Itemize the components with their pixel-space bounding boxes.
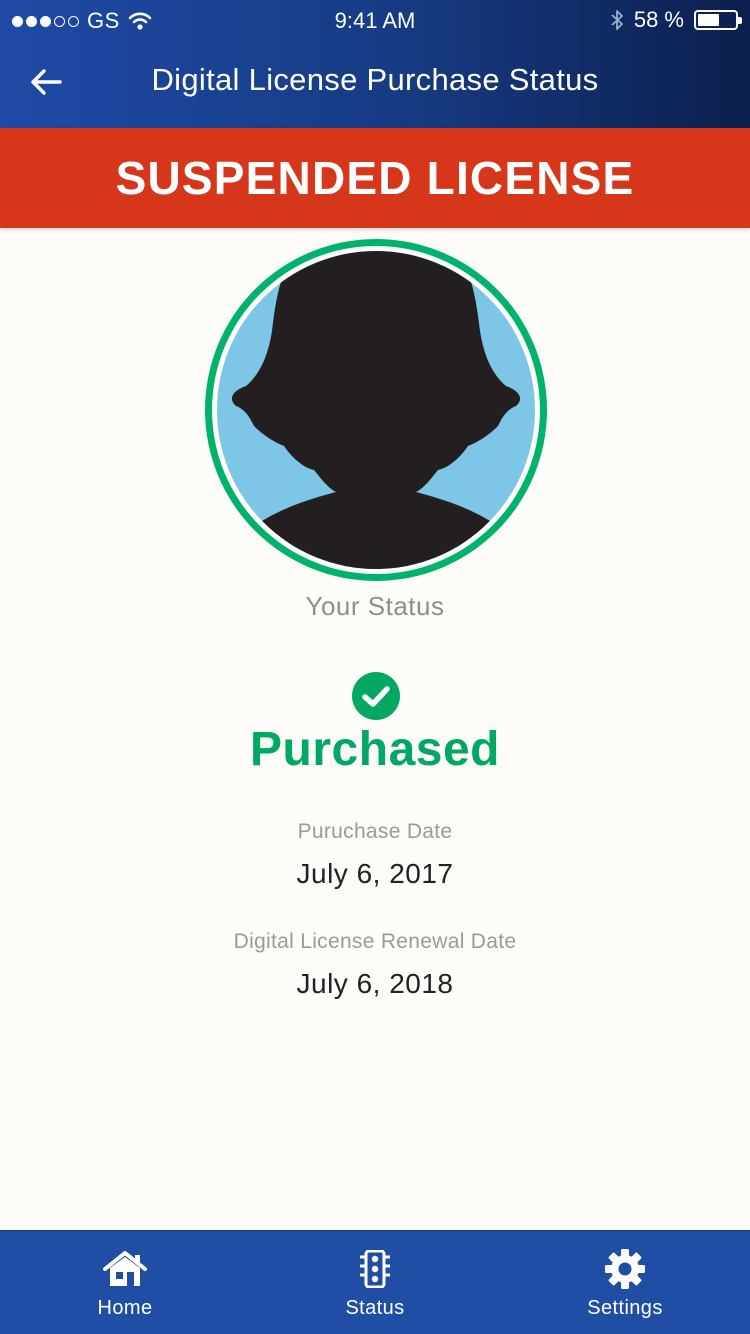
status-caption: Your Status	[305, 591, 445, 621]
gear-icon	[602, 1249, 648, 1289]
suspended-license-banner: SUSPENDED LICENSE	[0, 128, 750, 228]
tab-bar: Home Status Settings	[0, 1230, 750, 1334]
profile-silhouette-icon	[205, 239, 547, 581]
check-circle-icon	[352, 672, 400, 720]
battery-info: 58 %	[610, 7, 742, 33]
page-title: Digital License Purchase Status	[151, 62, 599, 97]
navigation-bar: Digital License Purchase Status	[0, 42, 750, 128]
renewal-date-value: July 6, 2018	[296, 968, 454, 999]
purchase-date-value: July 6, 2017	[296, 858, 454, 889]
tab-home-label: Home	[97, 1297, 153, 1319]
battery-icon	[694, 10, 742, 30]
battery-percentage: 58 %	[633, 7, 684, 32]
tab-status[interactable]: Status	[250, 1231, 500, 1334]
tab-settings[interactable]: Settings	[500, 1231, 750, 1334]
purchase-status: Purchased	[250, 723, 500, 776]
battery-level	[698, 14, 719, 26]
tab-status-label: Status	[345, 1297, 405, 1319]
purchase-date-label: Puruchase Date	[297, 820, 453, 843]
tab-settings-label: Settings	[587, 1297, 663, 1319]
traffic-light-icon	[352, 1249, 398, 1289]
bluetooth-icon	[611, 10, 623, 30]
screen: GS 9:41 AM 58 % Digital License Purchase…	[0, 0, 750, 1334]
home-icon	[102, 1249, 148, 1289]
tab-home[interactable]: Home	[0, 1231, 250, 1334]
status-bar: GS 9:41 AM 58 %	[0, 0, 750, 42]
renewal-date-label: Digital License Renewal Date	[233, 930, 517, 953]
header: GS 9:41 AM 58 % Digital License Purchase…	[0, 0, 750, 128]
avatar	[202, 236, 550, 584]
